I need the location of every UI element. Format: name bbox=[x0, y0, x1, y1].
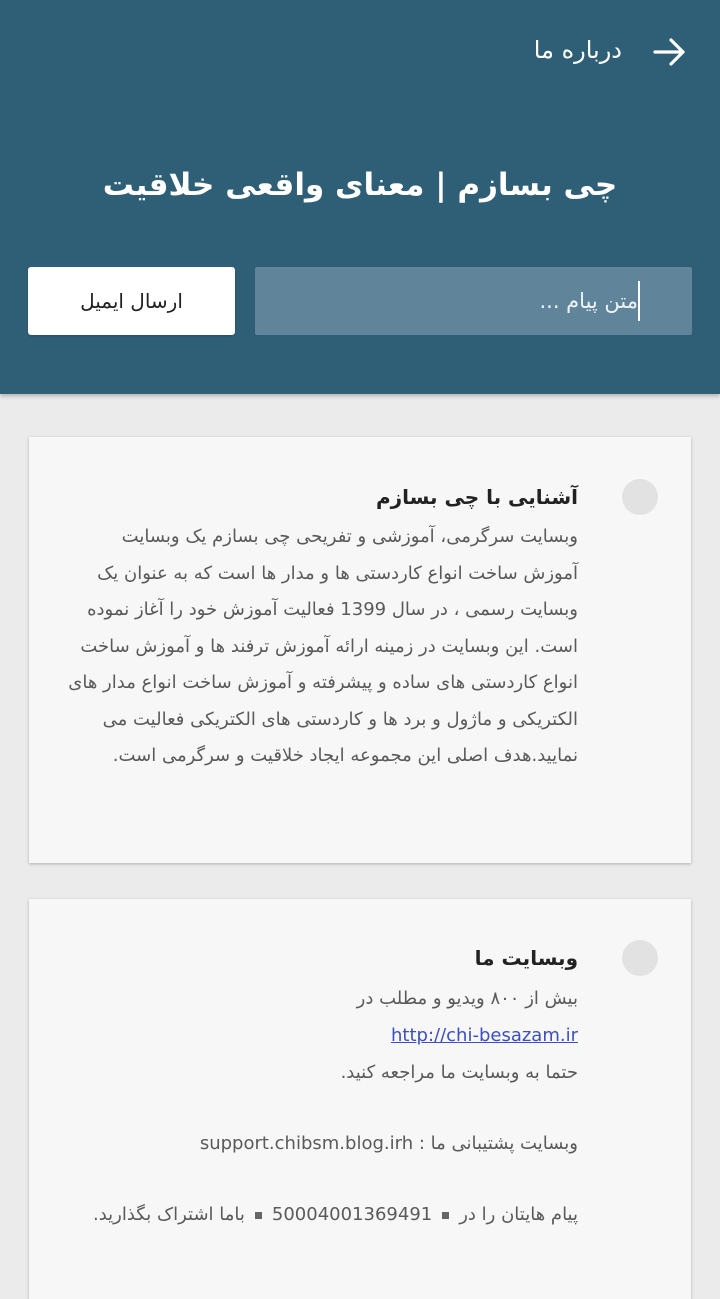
website-card: وبسایت ما بیش از ۸۰۰ ویدیو و مطلب در htt… bbox=[29, 899, 691, 1299]
card-title: آشنایی با چی بسازم bbox=[375, 485, 578, 509]
text-caret bbox=[638, 281, 640, 321]
sms-number[interactable]: 50004001369491 bbox=[272, 1204, 432, 1225]
send-email-button[interactable]: ارسال ایمیل bbox=[28, 267, 235, 335]
bullet-square-icon bbox=[254, 1211, 262, 1219]
card-title: وبسایت ما bbox=[474, 946, 578, 970]
app-header: درباره ما چی بسازم | معنای واقعی خلاقیت … bbox=[0, 0, 720, 394]
website-visit-text: حتما به وبسایت ما مراجعه کنید. bbox=[340, 1062, 578, 1083]
card-content: آشنایی با چی بسازم وبسایت سرگرمی، آموزشی… bbox=[68, 479, 578, 775]
website-link[interactable]: http://chi-besazam.ir bbox=[391, 1017, 578, 1054]
arrow-right-icon bbox=[653, 38, 685, 66]
message-line: پیام هایتان را در 50004001369491 باما اشتر… bbox=[68, 1196, 578, 1233]
support-label: وبسایت پشتیبانی ما : bbox=[418, 1133, 578, 1154]
card-avatar bbox=[622, 479, 658, 515]
message-input[interactable] bbox=[255, 267, 692, 335]
support-address[interactable]: support.chibsm.blog.irh bbox=[200, 1133, 413, 1154]
about-card: آشنایی با چی بسازم وبسایت سرگرمی، آموزشی… bbox=[29, 437, 691, 863]
back-button[interactable] bbox=[650, 32, 690, 72]
message-suffix: باما اشتراک بگذارید. bbox=[92, 1204, 245, 1225]
hero-title: چی بسازم | معنای واقعی خلاقیت bbox=[102, 167, 618, 203]
card-avatar bbox=[622, 940, 658, 976]
card-content: وبسایت ما بیش از ۸۰۰ ویدیو و مطلب در htt… bbox=[68, 940, 578, 1233]
card-description: وبسایت سرگرمی، آموزشی و تفریحی چی بسازم … bbox=[68, 526, 578, 766]
bullet-square-icon bbox=[442, 1211, 450, 1219]
support-line: وبسایت پشتیبانی ما : support.chibsm.blog… bbox=[68, 1125, 578, 1162]
message-prefix: پیام هایتان را در bbox=[459, 1204, 578, 1225]
website-intro-text: بیش از ۸۰۰ ویدیو و مطلب در bbox=[356, 988, 578, 1009]
page-title: درباره ما bbox=[533, 36, 622, 64]
